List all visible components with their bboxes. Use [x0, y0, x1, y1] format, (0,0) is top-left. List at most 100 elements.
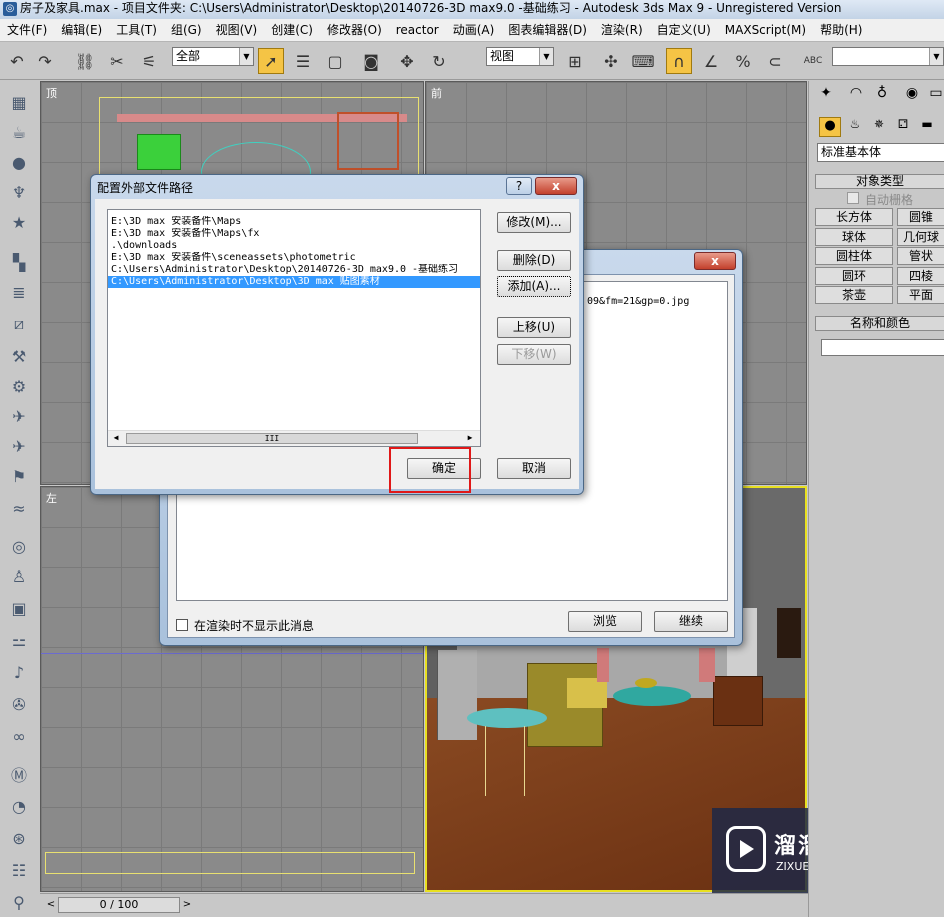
reference-coordinate-dropdown[interactable]: 视图 ▼ [486, 47, 554, 66]
menu-tools[interactable]: 工具(T) [109, 19, 164, 41]
bone-icon[interactable]: ⚍ [6, 627, 32, 653]
menu-maxscript[interactable]: MAXScript(M) [718, 19, 813, 41]
path-row[interactable]: E:\3D max 安装备件\Maps\fx [108, 228, 480, 240]
bird2-icon[interactable]: ✈ [6, 433, 32, 459]
snap-toggle-icon[interactable]: ∩ [666, 48, 692, 74]
menu-reactor[interactable]: reactor [389, 19, 446, 41]
spinner-snap-icon[interactable]: ⊂ [762, 48, 788, 74]
geometry-icon[interactable]: ● [819, 117, 841, 137]
help-button[interactable]: ? [506, 177, 532, 195]
continue-button[interactable]: 继续 [654, 611, 728, 632]
helpers-icon[interactable]: ▬ [917, 117, 937, 137]
scroll-left-icon[interactable]: ◀ [110, 433, 122, 444]
selection-filter-dropdown[interactable]: 全部 ▼ [172, 47, 254, 66]
prev-frame-icon[interactable]: < [44, 897, 58, 913]
menu-create[interactable]: 创建(C) [264, 19, 320, 41]
name-color-rollout[interactable]: 名称和颜色 [815, 316, 944, 331]
menu-animation[interactable]: 动画(A) [446, 19, 502, 41]
path-row[interactable]: E:\3D max 安装备件\Maps [108, 216, 480, 228]
move-up-button[interactable]: 上移(U) [497, 317, 571, 338]
shapes-icon[interactable]: ♨ [845, 117, 865, 137]
select-by-name-icon[interactable]: ☰ [290, 48, 316, 74]
horizontal-scrollbar[interactable]: ◀ III ▶ [108, 430, 480, 446]
lamp-icon[interactable]: ♪ [6, 659, 32, 685]
delete-button[interactable]: 删除(D) [497, 250, 571, 271]
wave-icon[interactable]: ≈ [6, 495, 32, 521]
path-row[interactable]: C:\Users\Administrator\Desktop\20140726-… [108, 264, 480, 276]
compass-icon[interactable]: ✇ [6, 691, 32, 717]
modify-button[interactable]: 修改(M)... [497, 212, 571, 233]
geosphere-button[interactable]: 几何球 [897, 228, 944, 246]
move-down-button[interactable]: 下移(W) [497, 344, 571, 365]
select-object-icon[interactable]: ➚ [258, 48, 284, 74]
sphere-icon[interactable]: ● [6, 149, 32, 175]
path-row[interactable]: .\downloads [108, 240, 480, 252]
bird-icon[interactable]: ✈ [6, 403, 32, 429]
scroll-thumb[interactable]: III [126, 433, 418, 444]
angle-snap-icon[interactable]: ∠ [698, 48, 724, 74]
star-icon[interactable]: ★ [6, 209, 32, 235]
percent-snap-icon[interactable]: % [730, 48, 756, 74]
cylinder-button[interactable]: 圆柱体 [815, 247, 893, 265]
lights-icon[interactable]: ✵ [869, 117, 889, 137]
menu-views[interactable]: 视图(V) [209, 19, 265, 41]
create-tab-icon[interactable]: ✦ [815, 85, 837, 107]
menu-edit[interactable]: 编辑(E) [54, 19, 109, 41]
edit-named-selection-icon[interactable]: ABC [800, 48, 826, 74]
torus-button[interactable]: 圆环 [815, 267, 893, 285]
pivot-center-icon[interactable]: ⊞ [562, 48, 588, 74]
teapot-icon[interactable]: ☕ [6, 119, 32, 145]
window-crossing-icon[interactable]: ◙ [358, 48, 384, 74]
rotate-icon[interactable]: ↻ [426, 48, 452, 74]
checker-icon[interactable]: ▚ [6, 249, 32, 275]
gauge-icon[interactable]: ◔ [6, 793, 32, 819]
category-dropdown[interactable]: 标准基本体 [817, 143, 944, 162]
flag-icon[interactable]: ⚑ [6, 463, 32, 489]
menu-rendering[interactable]: 渲染(R) [594, 19, 650, 41]
manipulate-icon[interactable]: ✣ [598, 48, 624, 74]
named-selection-set-dropdown[interactable]: ▼ [832, 47, 944, 66]
ring-icon[interactable]: ◎ [6, 533, 32, 559]
object-type-rollout[interactable]: 对象类型 [815, 174, 944, 189]
teapot-button[interactable]: 茶壶 [815, 286, 893, 304]
hierarchy-tab-icon[interactable]: ♁ [871, 85, 893, 107]
undo-icon[interactable]: ↶ [4, 48, 30, 74]
keyboard-shortcut-icon[interactable]: ⌨ [630, 48, 656, 74]
spinner-icon[interactable]: ♆ [6, 179, 32, 205]
m-icon[interactable]: Ⓜ [6, 761, 32, 787]
browse-button[interactable]: 浏览 [568, 611, 642, 632]
cameras-icon[interactable]: ⚁ [893, 117, 913, 137]
cancel-button[interactable]: 取消 [497, 458, 571, 479]
list-icon[interactable]: ☷ [6, 857, 32, 883]
select-link-icon[interactable]: ⛓ [72, 48, 98, 74]
autogrid-checkbox[interactable] [847, 192, 859, 204]
disc-icon[interactable]: ⊛ [6, 825, 32, 851]
configure-dialog-close-button[interactable]: x [535, 177, 577, 195]
menu-modifiers[interactable]: 修改器(O) [320, 19, 389, 41]
bind-space-warp-icon[interactable]: ⚟ [136, 48, 162, 74]
box-button[interactable]: 长方体 [815, 208, 893, 226]
time-slider[interactable]: 0 / 100 [58, 897, 180, 913]
next-frame-icon[interactable]: > [180, 897, 194, 913]
menu-group[interactable]: 组(G) [164, 19, 209, 41]
move-icon[interactable]: ✥ [394, 48, 420, 74]
stack-icon[interactable]: ▦ [6, 89, 32, 115]
menu-help[interactable]: 帮助(H) [813, 19, 869, 41]
missing-dialog-close-button[interactable]: x [694, 252, 736, 270]
scroll-right-icon[interactable]: ▶ [464, 433, 476, 444]
object-name-input[interactable] [821, 339, 944, 356]
path-row[interactable]: E:\3D max 安装备件\sceneassets\photometric [108, 252, 480, 264]
search-icon[interactable]: ⚲ [6, 889, 32, 915]
menu-file[interactable]: 文件(F) [0, 19, 54, 41]
redo-icon[interactable]: ↷ [32, 48, 58, 74]
modify-tab-icon[interactable]: ◠ [845, 85, 867, 107]
path-list[interactable]: E:\3D max 安装备件\Maps E:\3D max 安装备件\Maps\… [107, 209, 481, 447]
gear-icon[interactable]: ⚙ [6, 373, 32, 399]
path-row-selected[interactable]: C:\Users\Administrator\Desktop\3D max 贴图… [108, 276, 480, 288]
plane-button[interactable]: 平面 [897, 286, 944, 304]
link-icon[interactable]: ∞ [6, 723, 32, 749]
cone-button[interactable]: 圆锥 [897, 208, 944, 226]
layers-icon[interactable]: ≣ [6, 279, 32, 305]
wrench-icon[interactable]: ⚒ [6, 343, 32, 369]
menu-graph-editors[interactable]: 图表编辑器(D) [501, 19, 594, 41]
